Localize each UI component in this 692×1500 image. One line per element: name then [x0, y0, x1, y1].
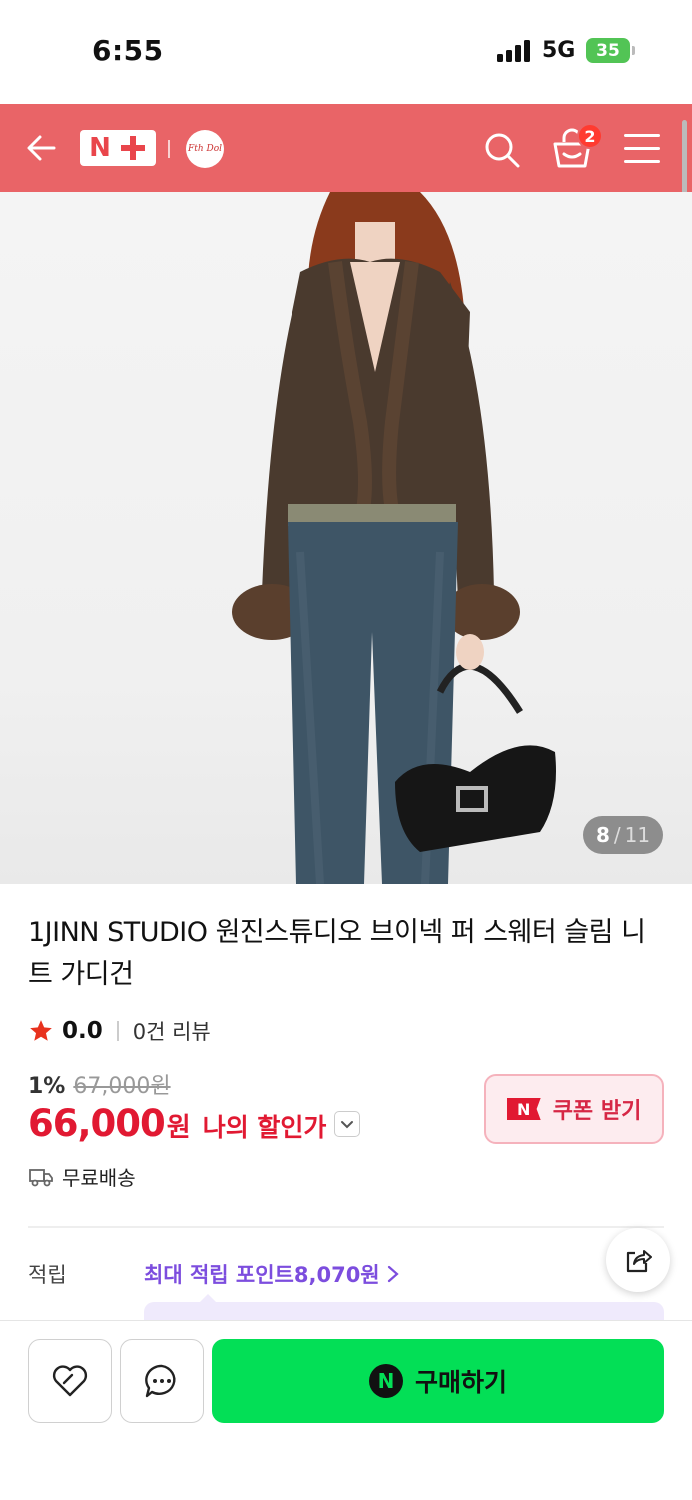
shipping-row: 무료배송 [28, 1162, 136, 1191]
chat-bubble-icon [145, 1364, 176, 1398]
section-divider [28, 1226, 664, 1228]
discount-rate: 1% [28, 1074, 66, 1099]
rating-row[interactable]: 0.0 0건 리뷰 [28, 1014, 211, 1048]
page-separator: / [613, 823, 621, 847]
battery-icon: 35 [586, 38, 635, 63]
talk-button[interactable] [120, 1339, 204, 1423]
logo-divider [168, 140, 170, 158]
image-page-indicator: 8 / 11 [583, 816, 663, 854]
chevron-right-icon [387, 1265, 399, 1283]
rating-divider [116, 1021, 119, 1041]
points-label: 적립 [28, 1263, 67, 1287]
coupon-n-icon: N [506, 1098, 541, 1120]
naver-pay-icon: N [368, 1364, 403, 1398]
product-image[interactable] [0, 192, 692, 884]
cart-count-badge: 2 [577, 123, 603, 149]
share-button[interactable] [606, 1228, 670, 1292]
back-arrow-icon [27, 135, 56, 161]
status-time: 6:55 [92, 34, 164, 67]
heart-icon [52, 1365, 88, 1397]
search-icon [485, 133, 520, 168]
points-text: 최대 적립 포인트 [144, 1263, 294, 1287]
shipping-label: 무료배송 [62, 1166, 136, 1190]
product-photo [232, 192, 556, 884]
points-value: 8,070원 [293, 1263, 380, 1287]
total-images: 11 [624, 823, 651, 847]
back-button[interactable] [24, 130, 60, 166]
status-bar: 6:55 5G 35 [0, 0, 692, 104]
naver-plus-logo[interactable]: N [80, 130, 156, 166]
price-row[interactable]: 66,000 원 나의 할인가 [28, 1102, 361, 1145]
review-count: 0건 리뷰 [132, 1020, 211, 1044]
wishlist-button[interactable] [28, 1339, 112, 1423]
price-unit: 원 [166, 1113, 191, 1143]
bottom-action-bar: N 구매하기 [0, 1320, 692, 1500]
chevron-down-icon[interactable] [334, 1110, 361, 1137]
signal-icon [497, 40, 530, 62]
plus-icon [119, 134, 147, 162]
store-logo-text: Fth Dol [187, 144, 223, 154]
share-icon [626, 1250, 652, 1273]
rating-value: 0.0 [62, 1018, 103, 1044]
sale-price: 66,000 [28, 1102, 166, 1145]
logo-n: N [89, 133, 113, 163]
my-price-label: 나의 할인가 [202, 1113, 327, 1142]
search-button[interactable] [482, 130, 522, 170]
truck-icon [29, 1168, 53, 1186]
discount-row: 1% 67,000원 [28, 1068, 171, 1100]
buy-button[interactable]: N 구매하기 [212, 1339, 664, 1423]
coupon-label: 쿠폰 받기 [552, 1099, 642, 1124]
points-row[interactable]: 적립 최대 적립 포인트 8,070원 [28, 1256, 400, 1292]
current-image: 8 [595, 823, 610, 847]
store-logo[interactable]: Fth Dol [186, 130, 224, 168]
coupon-button[interactable]: N 쿠폰 받기 [484, 1074, 664, 1144]
battery-level: 35 [596, 40, 620, 61]
menu-button[interactable] [624, 134, 660, 164]
product-title: 1JINN STUDIO 원진스튜디오 브이넥 퍼 스웨터 슬림 니트 가디건 [28, 917, 646, 990]
buy-label: 구매하기 [414, 1368, 507, 1397]
star-icon [30, 1020, 52, 1041]
network-label: 5G [542, 38, 576, 63]
original-price: 67,000원 [73, 1074, 171, 1099]
